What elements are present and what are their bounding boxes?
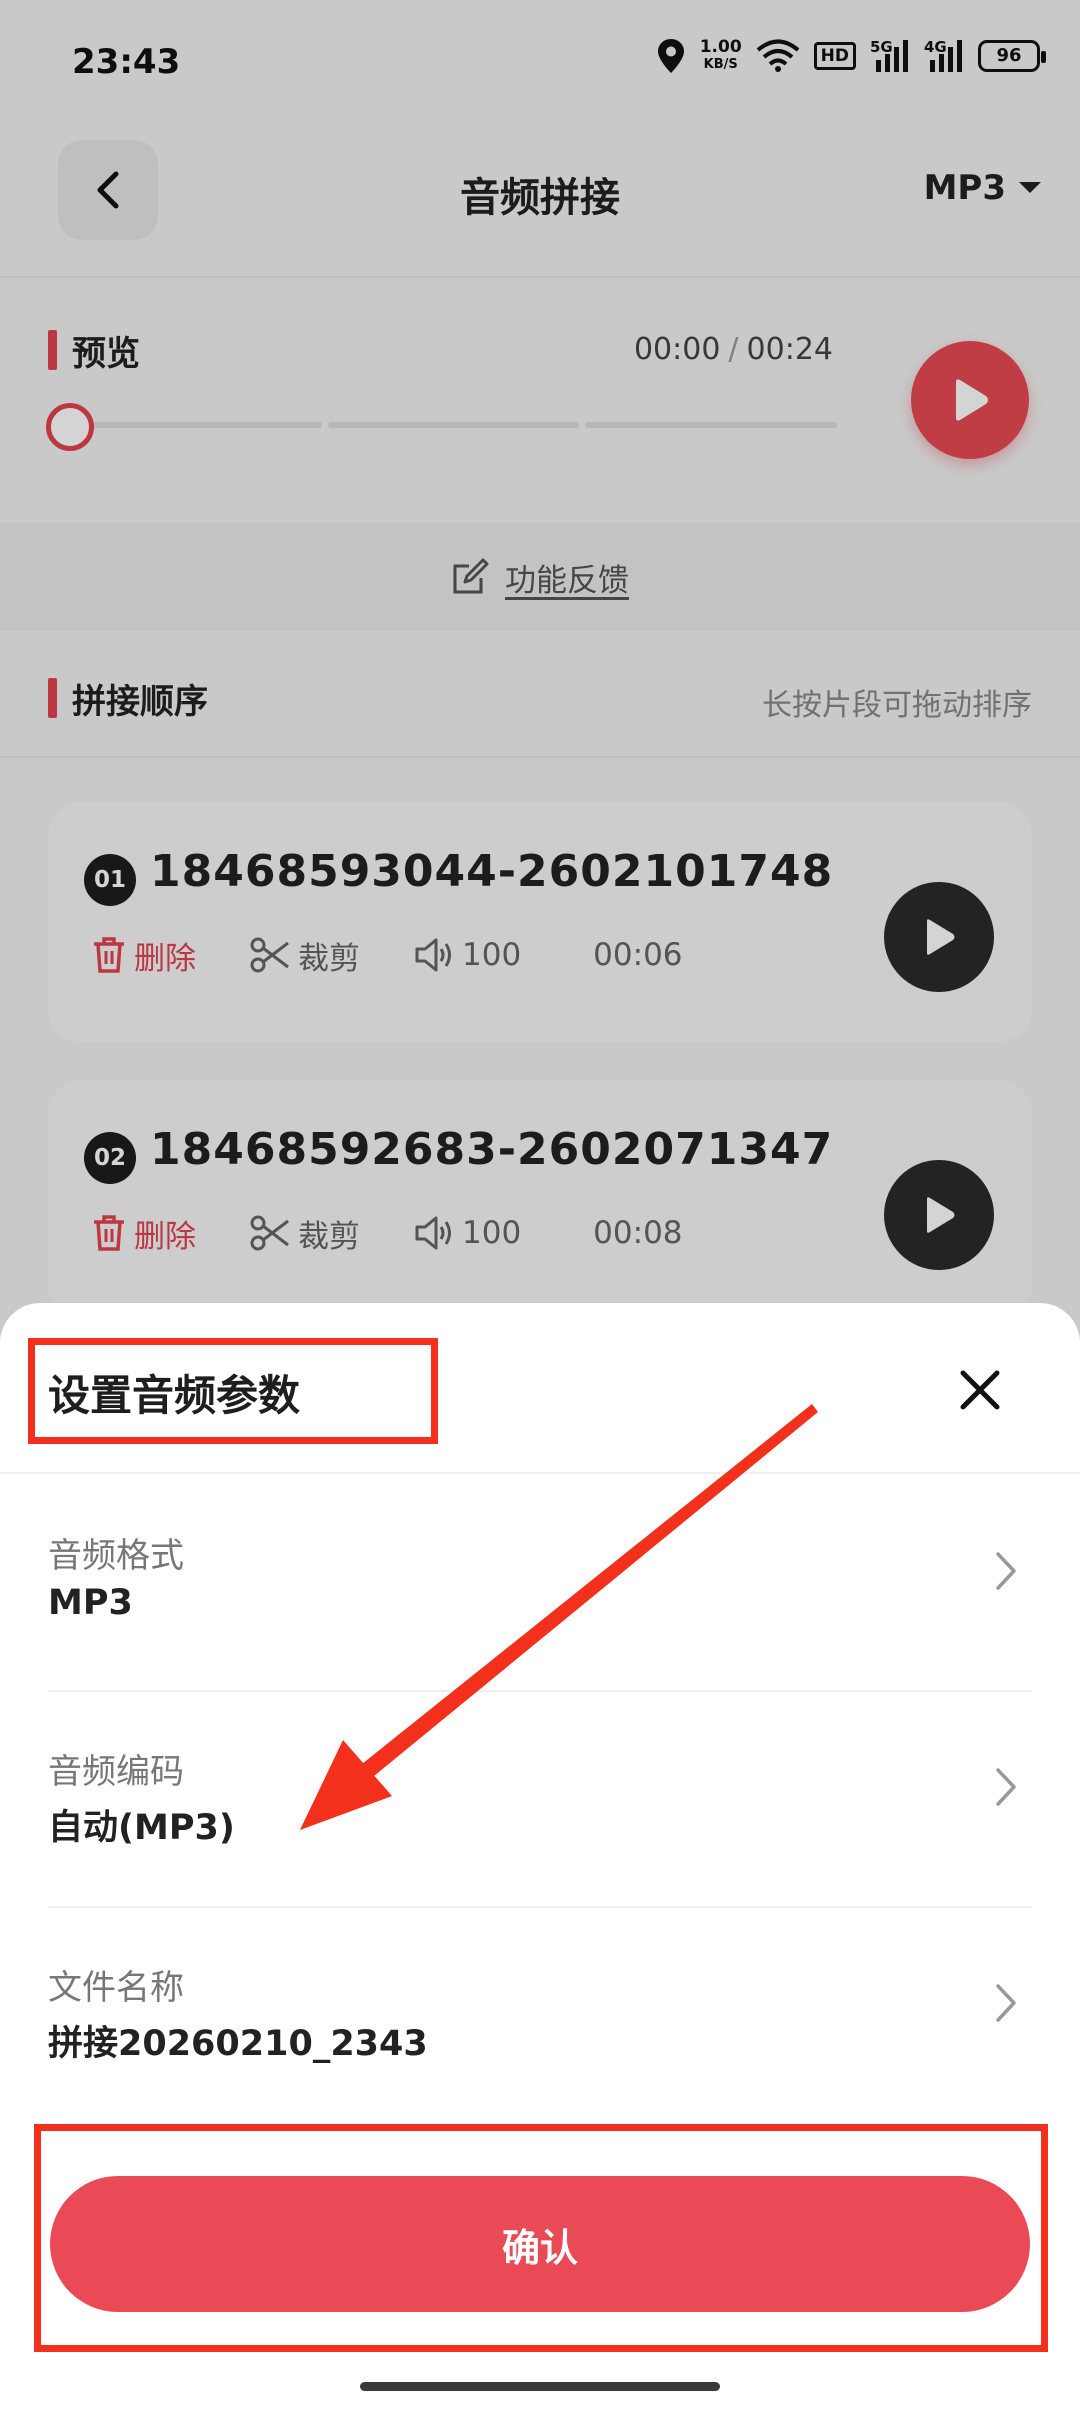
annotation-arrow	[300, 1404, 818, 1830]
